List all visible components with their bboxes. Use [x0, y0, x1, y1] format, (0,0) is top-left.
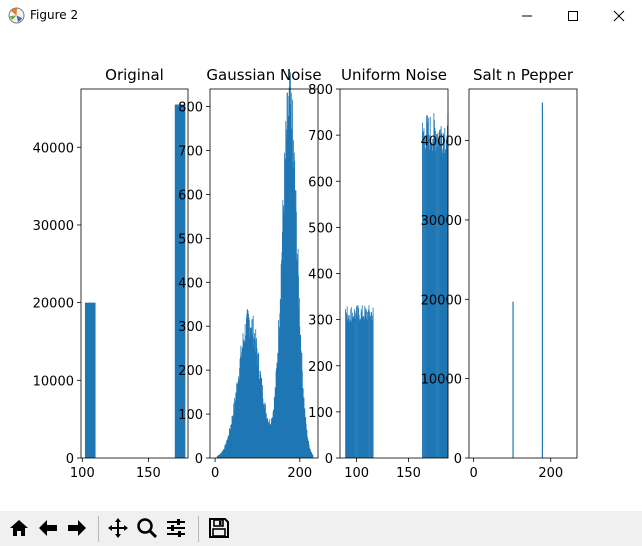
y-tick-label: 200 — [308, 360, 333, 375]
back-icon — [39, 520, 57, 536]
y-tick-label: 700 — [178, 145, 203, 160]
y-tick-label: 40000 — [421, 135, 462, 150]
window-titlebar: Figure 2 — [0, 0, 642, 31]
maximize-icon — [568, 11, 578, 21]
close-button[interactable] — [596, 0, 642, 31]
y-tick-label: 500 — [178, 232, 203, 247]
save-button[interactable] — [205, 514, 233, 542]
histogram-bar — [372, 307, 374, 458]
zoom-icon — [137, 518, 158, 539]
matplotlib-app-icon — [8, 7, 25, 24]
minimize-button[interactable] — [504, 0, 550, 31]
subplot-title: Gaussian Noise — [206, 66, 321, 84]
pan-button[interactable] — [104, 514, 132, 542]
y-tick-label: 20000 — [421, 293, 462, 308]
y-tick-label: 0 — [66, 452, 74, 467]
figure-plots: 100 150010000200003000040000Original0 2000… — [33, 66, 578, 481]
y-tick-label: 500 — [308, 221, 333, 236]
y-tick-label: 30000 — [33, 219, 74, 234]
back-button[interactable] — [34, 514, 62, 542]
subplot-title: Original — [105, 66, 164, 84]
y-tick-label: 0 — [454, 452, 462, 467]
maximize-button[interactable] — [550, 0, 596, 31]
x-tick-label: 150 — [136, 466, 161, 481]
pan-icon — [108, 518, 128, 538]
axes-frame — [468, 88, 578, 459]
axes-frame — [80, 88, 189, 459]
minimize-icon — [522, 15, 532, 17]
y-tick-label: 200 — [178, 364, 203, 379]
configure-subplots-icon — [167, 519, 185, 537]
y-tick-label: 400 — [308, 268, 333, 283]
y-tick-label: 40000 — [33, 141, 74, 156]
y-tick-label: 600 — [178, 188, 203, 203]
x-tick-label: 100 — [344, 466, 369, 481]
y-tick-label: 700 — [308, 129, 333, 144]
forward-button[interactable] — [63, 514, 91, 542]
y-tick-label: 300 — [308, 314, 333, 329]
y-tick-label: 400 — [178, 276, 203, 291]
y-tick-label: 600 — [308, 175, 333, 190]
navigation-toolbar — [0, 511, 642, 546]
y-tick-label: 0 — [195, 452, 203, 467]
subplot-3: 100 150 0 100 200 300 400 500 600 700 800 Uniform N… — [308, 66, 449, 481]
histogram-bar — [84, 302, 96, 458]
y-tick-label: 10000 — [33, 374, 74, 389]
subplot-1: 100 150 0 10000 20000 30000 40000 Original — [33, 66, 189, 481]
home-icon — [10, 520, 28, 536]
x-tick-label: 0 — [211, 466, 219, 481]
close-icon — [613, 10, 625, 22]
forward-icon — [68, 520, 86, 536]
x-tick-label: 150 — [396, 466, 421, 481]
histogram-bar — [512, 301, 514, 458]
y-tick-label: 100 — [308, 406, 333, 421]
window-title: Figure 2 — [30, 8, 79, 22]
subplot-title: Salt n Pepper — [473, 66, 574, 84]
histogram-bar — [312, 455, 314, 458]
y-tick-label: 10000 — [421, 373, 462, 388]
x-tick-label: 100 — [70, 466, 95, 481]
y-tick-label: 800 — [178, 101, 203, 116]
y-tick-label: 0 — [325, 452, 333, 467]
y-tick-label: 800 — [308, 83, 333, 98]
y-tick-label: 20000 — [33, 297, 74, 312]
toolbar-separator — [98, 516, 99, 542]
y-tick-label: 300 — [178, 320, 203, 335]
zoom-button[interactable] — [133, 514, 161, 542]
x-tick-label: 200 — [287, 466, 312, 481]
toolbar-separator — [198, 516, 199, 542]
x-tick-label: 0 — [469, 466, 477, 481]
home-button[interactable] — [5, 514, 33, 542]
configure-subplots-button[interactable] — [162, 514, 190, 542]
y-tick-label: 30000 — [421, 214, 462, 229]
y-tick-label: 100 — [178, 408, 203, 423]
histogram-bar — [541, 102, 543, 458]
save-icon — [209, 518, 229, 538]
x-tick-label: 200 — [538, 466, 563, 481]
figure-canvas[interactable]: 100 150 0 10000 20000 30000 40000 Original 0 200 0… — [0, 31, 642, 511]
subplot-2: 0 200 0 100 200 300 400 500 600 700 800 Gaussian No… — [178, 66, 321, 481]
subplot-title: Uniform Noise — [341, 66, 447, 84]
